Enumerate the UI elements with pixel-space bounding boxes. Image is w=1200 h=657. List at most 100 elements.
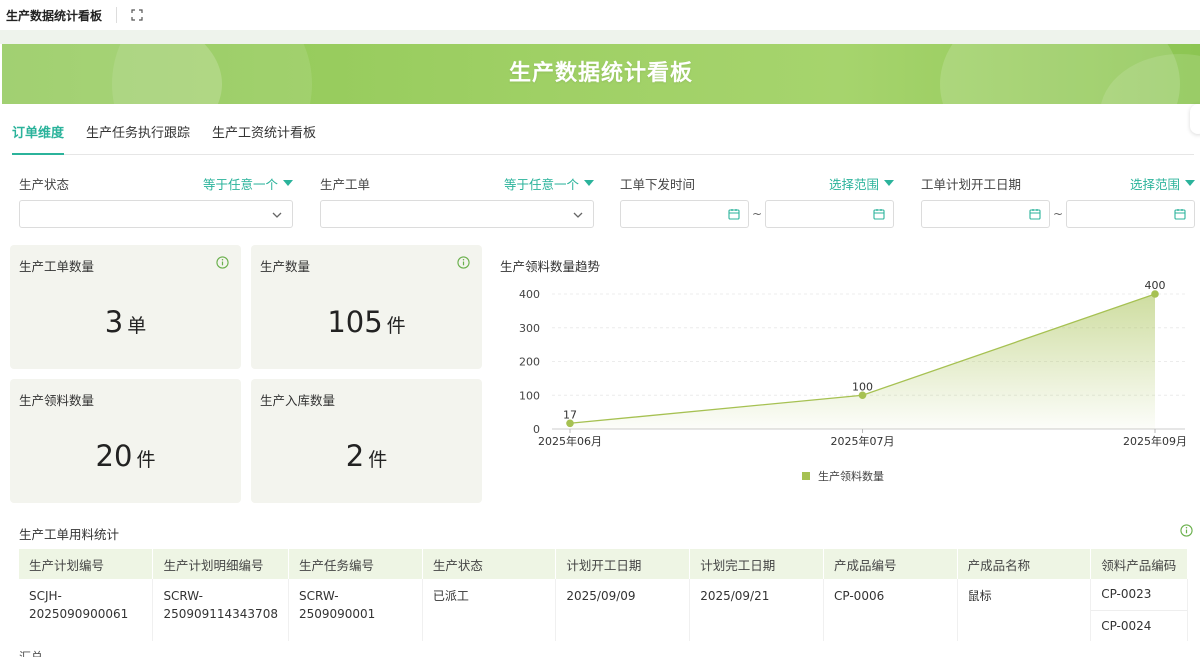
column-header[interactable]: 生产任务编号 — [288, 549, 423, 579]
banner-title: 生产数据统计看板 — [508, 61, 693, 86]
page-title: 生产数据统计看板 — [6, 8, 103, 23]
column-header[interactable]: 生产计划编号 — [19, 549, 154, 579]
column-header[interactable]: 产成品名称 — [957, 549, 1092, 579]
cell-status: 已派工 — [422, 579, 557, 641]
end-date-input[interactable] — [765, 200, 894, 228]
range-separator: ~ — [751, 207, 763, 221]
kpi-number: 3 — [104, 305, 124, 339]
cell-text: SCRW- — [163, 589, 203, 603]
info-icon[interactable] — [1180, 524, 1193, 537]
cell-product-no: CP-0006 — [823, 579, 958, 641]
filter-label: 生产工单 — [320, 176, 371, 192]
table-row[interactable]: SCJH-2025090900061 SCRW- 250909114343708 … — [19, 579, 1188, 641]
tab-order-dimension[interactable]: 订单维度 — [12, 118, 65, 155]
cell-start-date: 2025/09/09 — [555, 579, 691, 641]
filter-operator[interactable]: 等于任意一个 — [203, 174, 293, 193]
tab-bar: 订单维度 生产任务执行跟踪 生产工资统计看板 — [12, 118, 1194, 155]
caret-down-icon — [584, 180, 594, 186]
material-trend-chart: 0100200300400172025年06月1002025年07月400202… — [519, 279, 1187, 483]
kpi-title: 生产工单数量 — [19, 259, 95, 274]
caret-down-icon — [884, 180, 894, 186]
cell-task-no: SCRW-2509090001 — [288, 579, 423, 641]
table-summary-label: 汇总 — [19, 650, 44, 657]
caret-down-icon — [283, 180, 293, 186]
tab-wage-dashboard[interactable]: 生产工资统计看板 — [212, 118, 316, 154]
material-usage-table: 生产计划编号 生产计划明细编号 生产任务编号 生产状态 计划开工日期 计划完工日… — [19, 549, 1188, 641]
data-label: 400 — [1145, 279, 1166, 292]
kpi-unit: 单 — [127, 315, 147, 337]
kpi-value: 105 件 — [251, 305, 482, 339]
column-header[interactable]: 计划完工日期 — [689, 549, 824, 579]
y-tick-label: 100 — [519, 389, 540, 402]
kpi-card-work-orders: 生产工单数量 3单 — [10, 245, 241, 369]
calendar-icon — [1028, 209, 1041, 220]
calendar-icon — [727, 209, 740, 220]
legend-swatch — [802, 472, 810, 480]
material-code: CP-0024 — [1091, 610, 1187, 641]
table-title: 生产工单用料统计 — [19, 527, 120, 542]
filter-planned-start: 工单计划开工日期 选择范围 ~ — [921, 172, 1195, 228]
material-code: CP-0023 — [1101, 587, 1152, 601]
kpi-unit: 件 — [368, 449, 388, 471]
filter-operator-text: 等于任意一个 — [503, 176, 579, 192]
kpi-unit: 件 — [136, 449, 156, 471]
y-tick-label: 300 — [519, 322, 540, 335]
end-date-input[interactable] — [1066, 200, 1195, 228]
y-tick-label: 200 — [519, 356, 540, 369]
filter-label: 工单下发时间 — [620, 176, 696, 192]
start-date-input[interactable] — [921, 200, 1050, 228]
y-tick-label: 400 — [519, 288, 540, 301]
filter-operator[interactable]: 选择范围 — [1130, 174, 1195, 193]
kpi-number: 20 — [95, 439, 133, 473]
fullscreen-icon[interactable] — [131, 9, 143, 21]
kpi-card-material-qty: 生产领料数量 20 件 — [10, 379, 241, 503]
kpi-unit: 件 — [386, 315, 406, 337]
calendar-icon — [1174, 209, 1186, 220]
column-header[interactable]: 生产计划明细编号 — [152, 549, 289, 579]
cell-product-name: 鼠标 — [957, 579, 1092, 641]
chart-title: 生产领料数量趋势 — [500, 259, 601, 274]
filter-operator[interactable]: 等于任意一个 — [504, 174, 594, 193]
info-icon[interactable] — [216, 256, 229, 269]
kpi-value: 3单 — [10, 305, 241, 339]
cell-plan-no: SCJH-2025090900061 — [19, 579, 154, 641]
status-select[interactable] — [19, 200, 293, 228]
column-header[interactable]: 产成品编号 — [823, 549, 958, 579]
caret-down-icon — [1185, 180, 1195, 186]
filter-work-order: 生产工单 等于任意一个 — [320, 172, 594, 228]
table-header-row: 生产计划编号 生产计划明细编号 生产任务编号 生产状态 计划开工日期 计划完工日… — [19, 549, 1188, 579]
kpi-title: 生产领料数量 — [19, 393, 95, 408]
column-header[interactable]: 领料产品编码 — [1090, 549, 1188, 579]
data-label: 17 — [563, 408, 577, 421]
top-bar: 生产数据统计看板 — [0, 0, 1200, 30]
filter-issue-time: 工单下发时间 选择范围 ~ — [620, 172, 894, 228]
tab-task-tracking[interactable]: 生产任务执行跟踪 — [86, 118, 190, 154]
filter-operator[interactable]: 选择范围 — [829, 174, 894, 193]
x-tick-label: 2025年06月 — [538, 434, 602, 448]
kpi-card-production-qty: 生产数量 105 件 — [251, 245, 482, 369]
series-area — [570, 294, 1155, 429]
kpi-number: 105 — [327, 305, 383, 339]
divider — [116, 7, 118, 23]
filter-label: 生产状态 — [19, 176, 70, 192]
cell-end-date: 2025/09/21 — [689, 579, 824, 641]
info-icon[interactable] — [457, 256, 470, 269]
filter-production-status: 生产状态 等于任意一个 — [19, 172, 293, 228]
kpi-number: 2 — [345, 439, 365, 473]
kpi-value: 20 件 — [10, 439, 241, 473]
x-tick-label: 2025年07月 — [831, 434, 895, 448]
cell-plan-detail-no: SCRW- 250909114343708 — [152, 579, 289, 641]
cell-material-codes: CP-0023 CP-0024 — [1090, 579, 1188, 641]
calendar-icon — [873, 209, 885, 220]
filter-operator-text: 选择范围 — [1129, 176, 1180, 192]
chevron-down-icon — [573, 212, 583, 218]
column-header[interactable]: 生产状态 — [422, 549, 557, 579]
chevron-down-icon — [272, 212, 282, 218]
range-separator: ~ — [1052, 207, 1064, 221]
start-date-input[interactable] — [620, 200, 749, 228]
work-order-select[interactable] — [320, 200, 594, 228]
kpi-title: 生产数量 — [260, 259, 311, 274]
column-header[interactable]: 计划开工日期 — [555, 549, 691, 579]
filter-operator-text: 选择范围 — [828, 176, 879, 192]
kpi-value: 2件 — [251, 439, 482, 473]
